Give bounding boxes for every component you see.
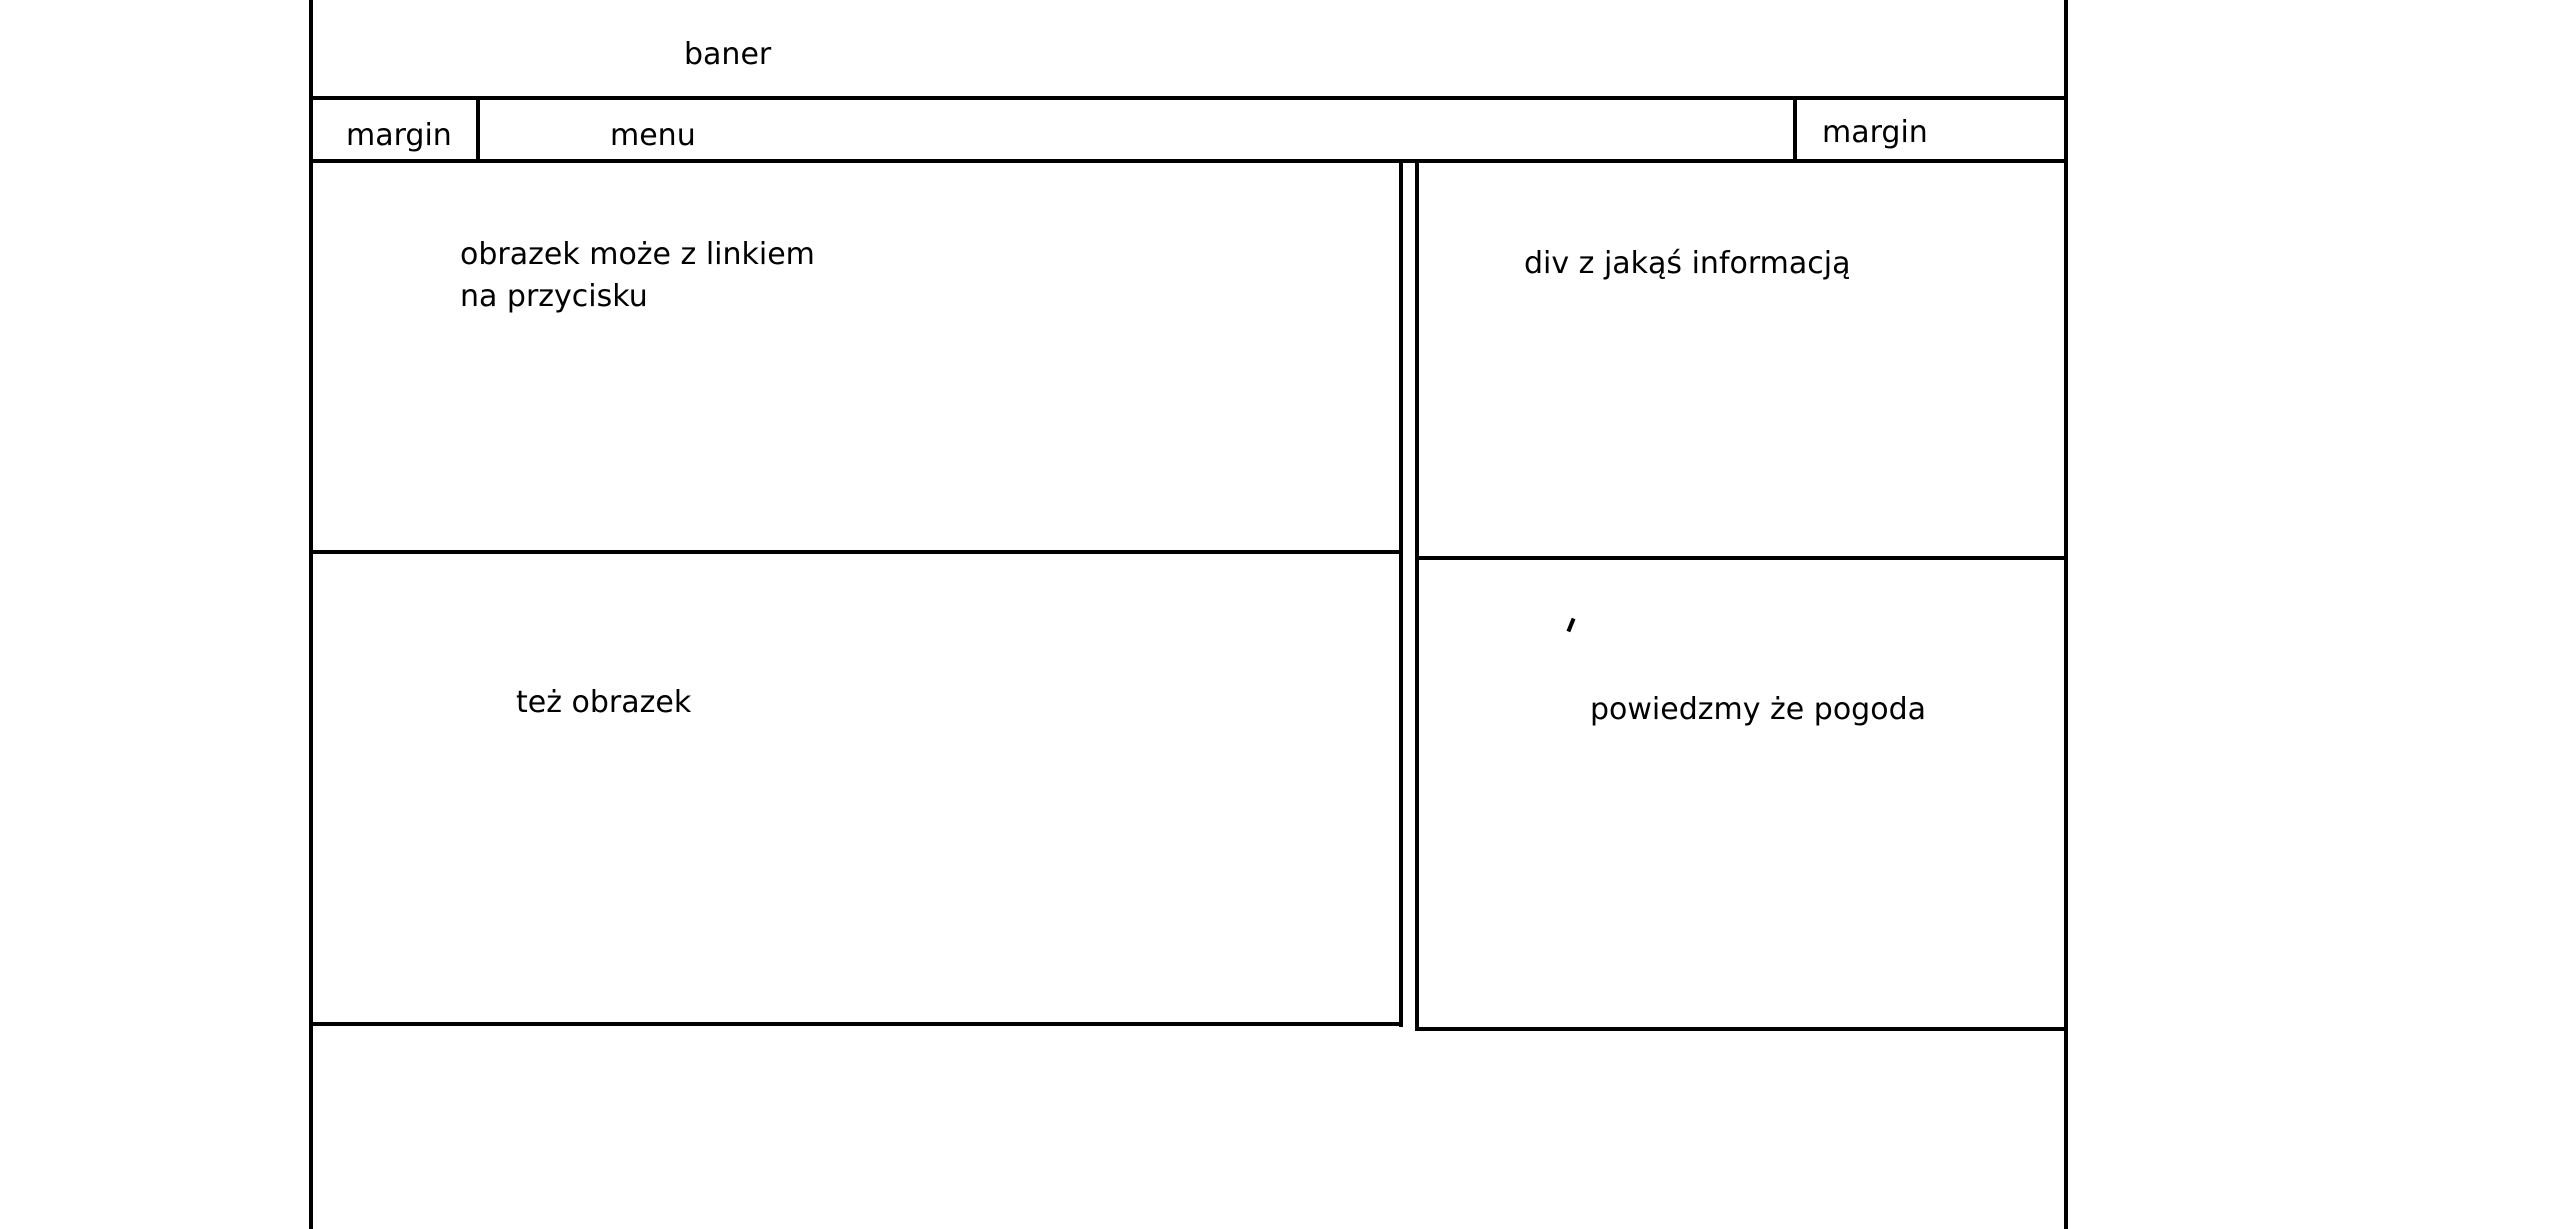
image-link-label-line-2: na przycisku — [460, 279, 648, 314]
left-column-bottom-line — [309, 1022, 1403, 1026]
image-link-label-line-1: obrazek może z linkiem — [460, 237, 815, 272]
margin-right-label: margin — [1822, 115, 1928, 150]
weather-label: powiedzmy że pogoda — [1590, 692, 1926, 727]
image-link-label: obrazek może z linkiem na przycisku — [460, 234, 815, 318]
margin-left-divider — [476, 96, 480, 163]
banner-bottom-line — [309, 96, 2068, 100]
second-image-label: też obrazek — [516, 685, 692, 720]
right-column-bottom-line — [1415, 1027, 2068, 1031]
stray-pen-mark — [1566, 617, 1576, 633]
menu-label: menu — [610, 118, 696, 153]
info-div-label: div z jakąś informacją — [1524, 246, 1851, 281]
outer-right-border — [2064, 0, 2068, 1229]
right-column-middle-line — [1415, 556, 2068, 560]
banner-label: baner — [684, 37, 772, 72]
margin-right-divider — [1793, 96, 1797, 163]
left-column-right-border — [1399, 159, 1403, 1027]
right-column-left-border — [1415, 159, 1419, 1031]
menu-bottom-line — [309, 159, 2068, 163]
outer-left-border — [309, 0, 313, 1229]
left-column-middle-line — [309, 550, 1403, 554]
margin-left-label: margin — [346, 118, 452, 153]
